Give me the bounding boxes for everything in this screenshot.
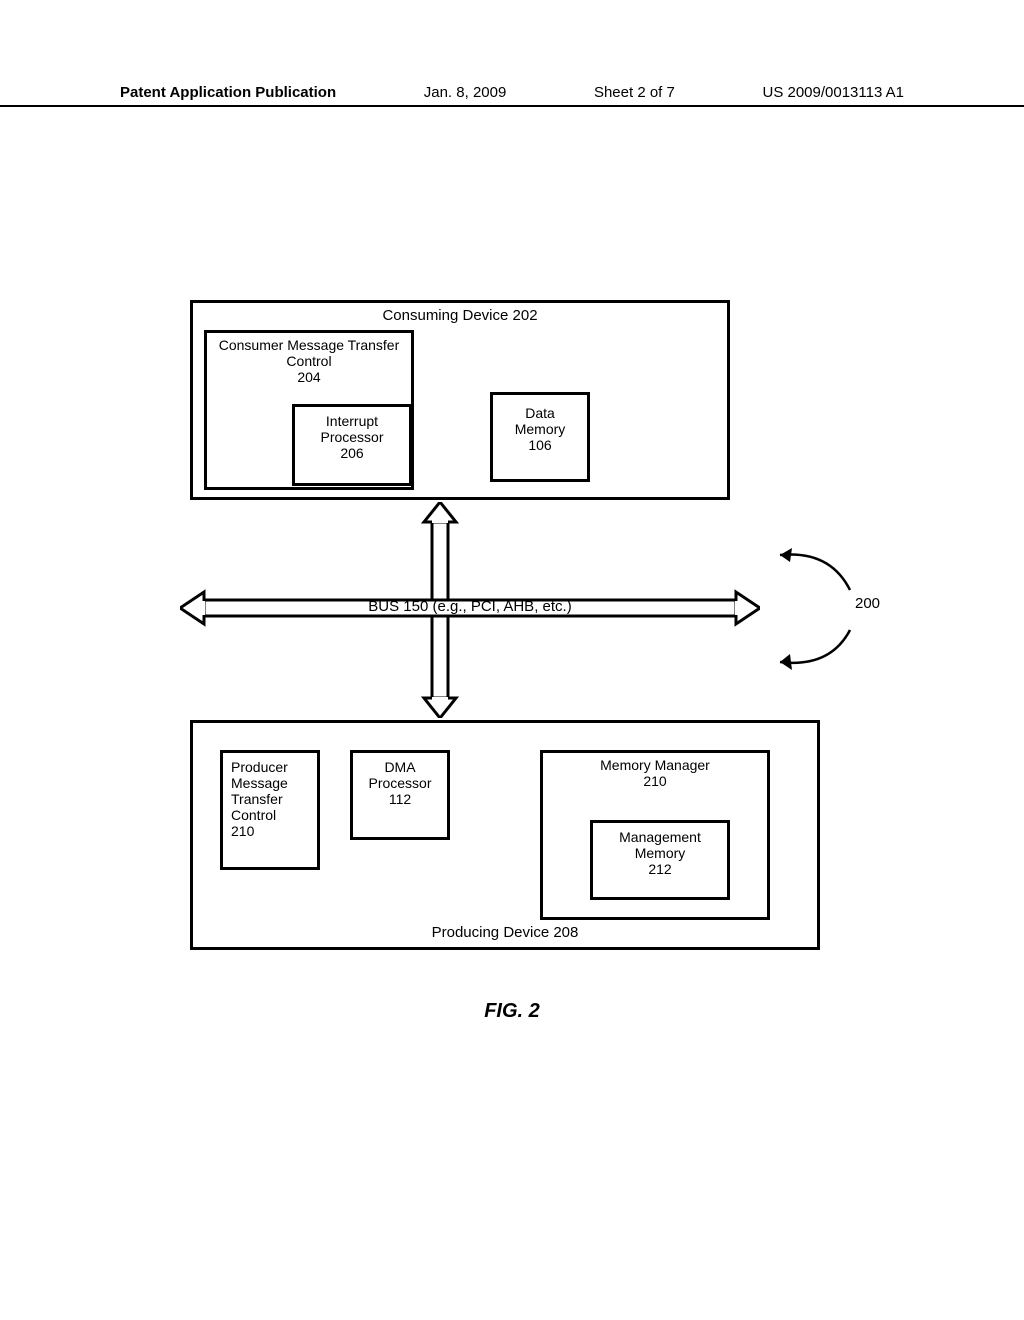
interrupt-processor-label: Interrupt Processor 206 bbox=[295, 413, 409, 461]
publication-date: Jan. 8, 2009 bbox=[424, 84, 507, 101]
bus-label: BUS 150 (e.g., PCI, AHB, etc.) bbox=[180, 598, 760, 615]
bus-arrow: BUS 150 (e.g., PCI, AHB, etc.) bbox=[180, 588, 760, 628]
dma-processor-box: DMA Processor 112 bbox=[350, 750, 450, 840]
consuming-device-label: Consuming Device 202 bbox=[193, 307, 727, 324]
reference-number-200: 200 bbox=[855, 595, 880, 612]
producing-device-label: Producing Device 208 bbox=[193, 924, 817, 941]
figure-caption: FIG. 2 bbox=[120, 1000, 904, 1023]
sheet-label: Sheet 2 of 7 bbox=[594, 84, 675, 101]
publication-label: Patent Application Publication bbox=[120, 84, 336, 101]
reference-callout: 200 bbox=[760, 540, 880, 680]
management-memory-label: Management Memory 212 bbox=[593, 829, 727, 877]
dma-processor-label: DMA Processor 112 bbox=[353, 759, 447, 807]
management-memory-box: Management Memory 212 bbox=[590, 820, 730, 900]
data-memory-box: Data Memory 106 bbox=[490, 392, 590, 482]
patent-header: Patent Application Publication Jan. 8, 2… bbox=[0, 84, 1024, 107]
consumer-message-transfer-control-label: Consumer Message Transfer Control 204 bbox=[207, 337, 411, 385]
producer-message-transfer-control-label: Producer Message Transfer Control 210 bbox=[231, 759, 309, 839]
application-number: US 2009/0013113 A1 bbox=[762, 84, 904, 101]
memory-manager-label: Memory Manager 210 bbox=[543, 757, 767, 789]
data-memory-label: Data Memory 106 bbox=[493, 405, 587, 453]
interrupt-processor-box: Interrupt Processor 206 bbox=[292, 404, 412, 486]
figure-diagram: Consuming Device 202 Consumer Message Tr… bbox=[120, 300, 904, 1020]
producer-message-transfer-control-box: Producer Message Transfer Control 210 bbox=[220, 750, 320, 870]
